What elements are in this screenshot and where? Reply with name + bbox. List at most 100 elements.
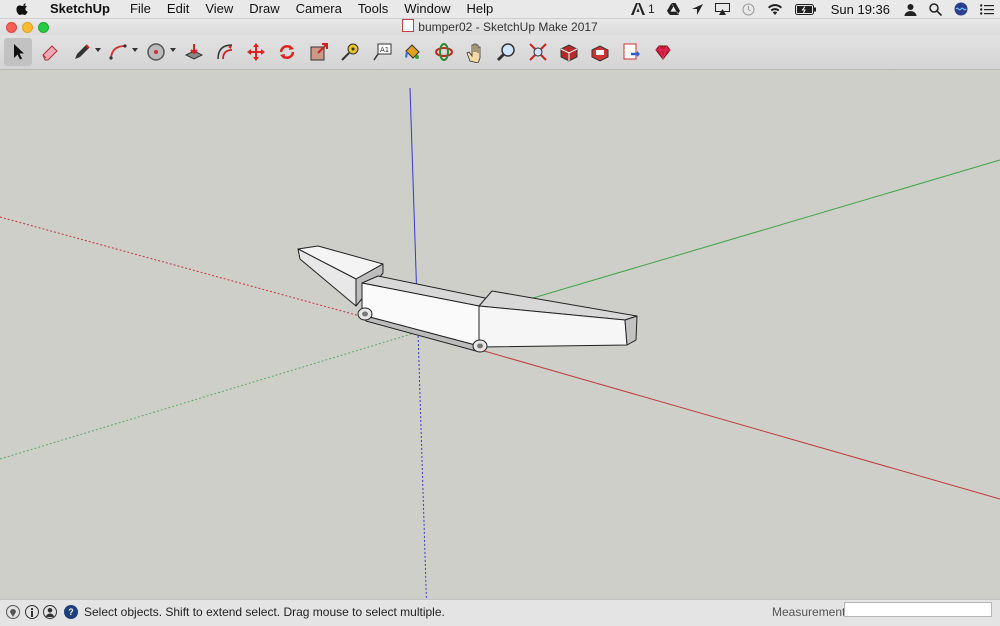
paint-bucket-tool[interactable]	[398, 38, 426, 66]
arc-icon	[109, 44, 127, 60]
select-tool[interactable]	[4, 38, 32, 66]
eraser-icon	[42, 45, 58, 61]
main-toolbar: A1	[0, 35, 1000, 70]
ruby-icon	[655, 45, 671, 61]
scale-tool[interactable]	[305, 38, 333, 66]
rotate-tool[interactable]	[273, 38, 301, 66]
pan-tool[interactable]	[461, 38, 489, 66]
left-mount-hole	[362, 311, 368, 317]
account-icon[interactable]	[43, 605, 57, 619]
siri-status[interactable]	[954, 0, 968, 18]
zoom-extents-tool[interactable]	[524, 38, 552, 66]
layout-icon	[623, 43, 640, 60]
apple-icon[interactable]	[16, 2, 30, 16]
text-tool[interactable]: A1	[368, 38, 396, 66]
airplay-icon	[714, 3, 730, 15]
orbit-tool[interactable]	[430, 38, 458, 66]
menu-view[interactable]: View	[197, 0, 241, 18]
menubar-clock[interactable]: Sun 19:36	[831, 2, 890, 17]
extension-warehouse-button[interactable]	[586, 38, 614, 66]
menu-edit[interactable]: Edit	[159, 0, 197, 18]
text-icon: A1	[373, 43, 392, 61]
arc-tool-dropdown-icon[interactable]	[132, 48, 138, 52]
adobe-count: 1	[648, 2, 655, 16]
line-tool[interactable]	[68, 38, 96, 66]
green-axis-negative	[0, 331, 419, 460]
pencil-icon	[75, 44, 90, 59]
list-icon	[980, 3, 994, 15]
eraser-tool[interactable]	[36, 38, 64, 66]
scene-canvas[interactable]	[0, 70, 1000, 618]
title-bar[interactable]: bumper02 - SketchUp Make 2017	[0, 19, 1000, 35]
orbit-icon	[435, 43, 453, 61]
shapes-tool-dropdown-icon[interactable]	[170, 48, 176, 52]
model-viewport[interactable]	[0, 70, 1000, 618]
offset-tool[interactable]	[211, 38, 239, 66]
spotlight-status[interactable]	[929, 0, 942, 18]
notification-center-status[interactable]	[980, 0, 994, 18]
menu-window[interactable]: Window	[396, 0, 458, 18]
magnifier-icon	[496, 43, 515, 62]
zoom-extents-icon	[529, 43, 547, 61]
battery-icon	[794, 3, 816, 15]
app-menu[interactable]: SketchUp	[42, 0, 118, 18]
siri-icon	[954, 2, 968, 16]
time-machine-status[interactable]	[742, 0, 755, 18]
user-icon	[904, 3, 917, 16]
bumper-model[interactable]	[297, 245, 638, 353]
measurements-label: Measurements	[772, 605, 852, 619]
arrow-icon	[14, 44, 24, 60]
user-status[interactable]	[904, 0, 917, 18]
line-tool-dropdown-icon[interactable]	[95, 48, 101, 52]
push-pull-icon	[184, 44, 204, 60]
circle-icon	[147, 43, 165, 61]
credits-icon[interactable]	[25, 605, 39, 619]
measurements-input[interactable]	[844, 602, 992, 617]
3d-warehouse-button[interactable]	[555, 38, 583, 66]
extension-manager-button[interactable]	[649, 38, 677, 66]
search-icon	[929, 2, 942, 16]
sketchup-window: bumper02 - SketchUp Make 2017 A1 ? Selec…	[0, 19, 1000, 626]
tape-measure-tool[interactable]	[336, 38, 364, 66]
send-to-layout-button[interactable]	[618, 38, 646, 66]
right-mount-hole	[477, 343, 483, 349]
blue-axis-negative	[417, 331, 428, 618]
menu-help[interactable]: Help	[458, 0, 501, 18]
extension-icon	[591, 45, 609, 62]
offset-icon	[217, 44, 233, 60]
minimize-window-button[interactable]	[22, 22, 33, 33]
menu-draw[interactable]: Draw	[241, 0, 287, 18]
menu-file[interactable]: File	[122, 0, 159, 18]
menu-camera[interactable]: Camera	[288, 0, 350, 18]
zoom-tool[interactable]	[492, 38, 520, 66]
location-status[interactable]	[691, 0, 703, 18]
battery-status[interactable]	[794, 0, 817, 18]
help-icon[interactable]: ?	[64, 605, 78, 619]
geolocation-icon[interactable]	[6, 605, 20, 619]
wifi-icon	[767, 4, 782, 15]
drive-status[interactable]	[666, 0, 680, 18]
move-tool[interactable]	[242, 38, 270, 66]
wifi-status[interactable]	[767, 0, 783, 18]
status-bar: ? Select objects. Shift to extend select…	[0, 599, 1000, 626]
svg-text:A1: A1	[380, 46, 389, 54]
airplay-status[interactable]	[714, 0, 730, 18]
warehouse-icon	[560, 44, 578, 62]
maximize-window-button[interactable]	[38, 22, 49, 33]
rotate-icon	[279, 45, 295, 59]
shapes-tool[interactable]	[142, 38, 170, 66]
status-message: Select objects. Shift to extend select. …	[84, 605, 445, 619]
close-window-button[interactable]	[6, 22, 17, 33]
time-machine-icon	[742, 3, 755, 15]
window-title: bumper02 - SketchUp Make 2017	[418, 20, 598, 34]
adobe-status[interactable]: 1	[631, 0, 655, 18]
hand-icon	[466, 43, 481, 63]
push-pull-tool[interactable]	[180, 38, 208, 66]
menu-bar: SketchUp File Edit View Draw Camera Tool…	[0, 0, 1000, 19]
right-wing-end-face[interactable]	[624, 315, 638, 346]
move-icon	[247, 43, 265, 61]
arc-tool[interactable]	[104, 38, 132, 66]
menu-tools[interactable]: Tools	[350, 0, 396, 18]
document-icon	[402, 19, 415, 32]
bucket-icon	[405, 44, 420, 59]
